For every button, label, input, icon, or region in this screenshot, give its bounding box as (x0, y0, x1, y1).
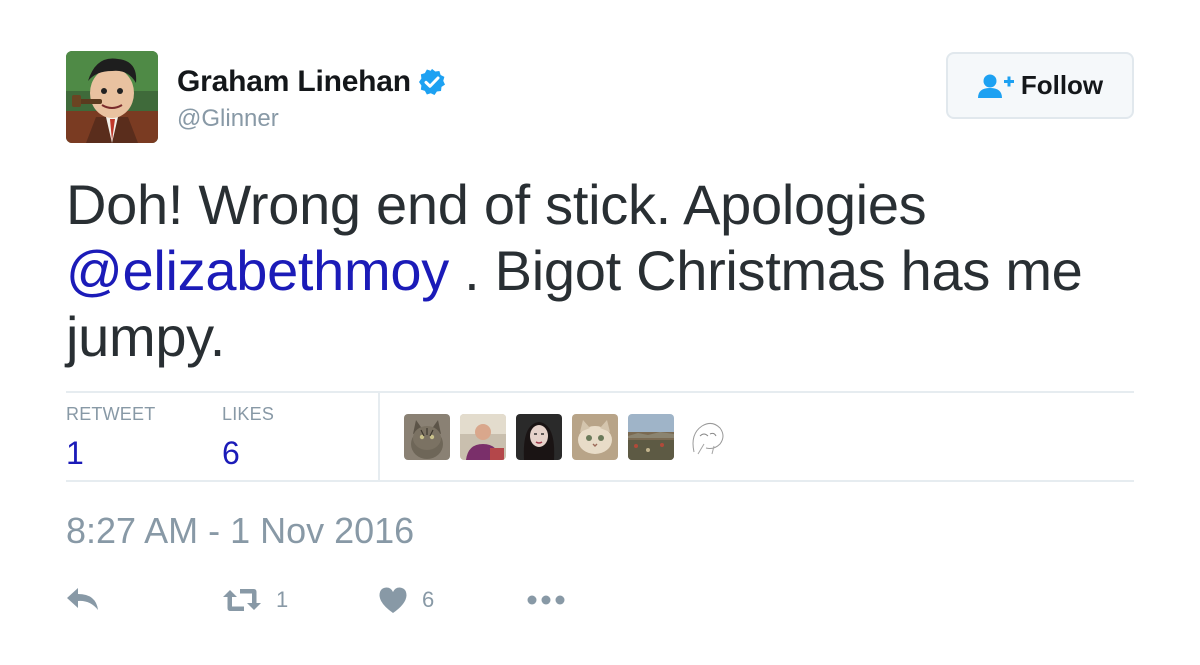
more-button[interactable] (526, 582, 566, 618)
retweet-button[interactable]: 1 (222, 582, 288, 618)
add-user-icon (977, 73, 1015, 99)
display-name[interactable]: Graham Linehan (177, 65, 411, 99)
likes-stat-label: LIKES (222, 404, 275, 424)
stats-divider-vertical (378, 393, 380, 480)
follow-button[interactable]: Follow (946, 52, 1134, 119)
reply-icon (66, 586, 100, 614)
like-count: 6 (422, 587, 435, 612)
like-button[interactable]: 6 (378, 582, 434, 618)
author-handle[interactable]: @Glinner (177, 105, 279, 133)
person-avatar[interactable] (460, 414, 506, 460)
retweet-stat-count: 1 (66, 435, 84, 471)
woman-avatar[interactable] (516, 414, 562, 460)
landscape-avatar[interactable] (628, 414, 674, 460)
stats-divider-bottom (66, 480, 1134, 482)
tweet-card: Graham Linehan @Glinner Follow Doh! Wron… (0, 0, 1200, 665)
tweet-text-start: Doh! Wrong end of stick. Apologies (66, 173, 927, 236)
tweet-text: Doh! Wrong end of stick. Apologies @eliz… (66, 172, 1146, 370)
tweet-timestamp[interactable]: 8:27 AM - 1 Nov 2016 (66, 510, 414, 552)
retweet-stat-label: RETWEET (66, 404, 156, 424)
reply-button[interactable] (66, 582, 100, 618)
verified-badge-icon (417, 67, 447, 97)
author-name-row[interactable]: Graham Linehan (177, 62, 447, 102)
likes-stat-count: 6 (222, 435, 240, 471)
more-icon (526, 594, 566, 606)
heart-icon (378, 586, 408, 614)
stats-divider-top (66, 391, 1134, 393)
follow-label: Follow (1020, 70, 1104, 100)
avatar[interactable] (66, 51, 158, 143)
cat-photo-avatar[interactable] (572, 414, 618, 460)
sketch-avatar[interactable] (684, 414, 730, 460)
retweet-icon (222, 586, 262, 614)
mention-link[interactable]: @elizabethmoy (66, 239, 449, 302)
likes-stat[interactable]: LIKES 6 (222, 404, 274, 472)
retweet-count: 1 (276, 587, 289, 612)
likers-list (404, 414, 730, 460)
cat-avatar[interactable] (404, 414, 450, 460)
retweet-stat[interactable]: RETWEET 1 (66, 404, 155, 472)
